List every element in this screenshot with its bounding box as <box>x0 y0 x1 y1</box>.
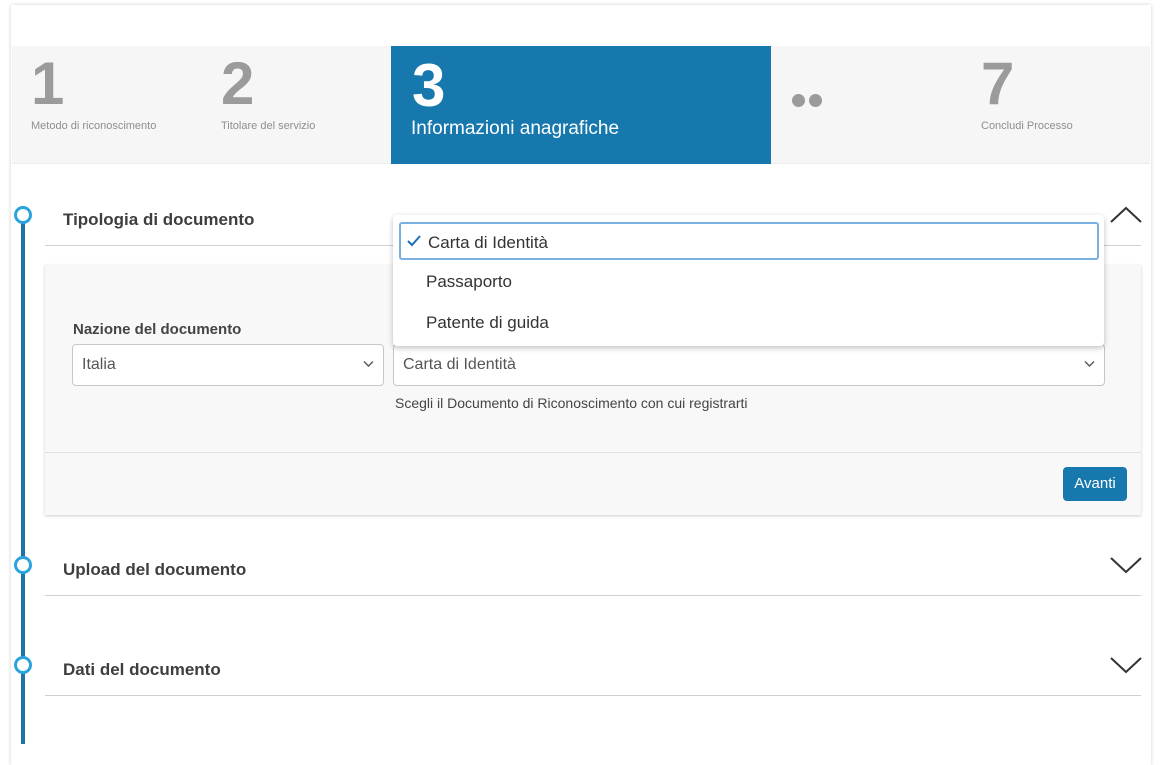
step-7-label: Concludi Processo <box>981 120 1073 132</box>
chevron-down-icon[interactable] <box>1109 555 1143 575</box>
nation-select[interactable]: Italia <box>72 344 384 386</box>
caret-down-icon <box>1084 361 1095 367</box>
dropdown-option[interactable]: Patente di guida <box>399 304 1099 342</box>
document-type-select-value: Carta di Identità <box>403 356 516 373</box>
section-title-tipologia[interactable]: Tipologia di documento <box>63 210 254 230</box>
document-type-dropdown: Carta di Identità Passaporto Patente di … <box>393 215 1104 346</box>
step-3-label: Informazioni anagrafiche <box>411 118 620 139</box>
timeline-node-dati <box>14 656 32 674</box>
dropdown-option[interactable]: Passaporto <box>399 263 1099 301</box>
document-type-select[interactable]: Carta di Identità <box>393 344 1105 386</box>
check-icon <box>407 235 421 247</box>
step-2-number: 2 <box>221 50 255 117</box>
dropdown-option-label: Passaporto <box>426 272 512 291</box>
step-1-label: Metodo di riconoscimento <box>31 120 157 132</box>
dropdown-option-label: Carta di Identità <box>428 233 549 252</box>
section-title-upload[interactable]: Upload del documento <box>63 560 246 580</box>
chevron-down-icon[interactable] <box>1109 655 1143 675</box>
dropdown-option[interactable]: Carta di Identità <box>399 222 1099 260</box>
step-7-number: 7 <box>981 50 1015 117</box>
steps-ellipsis <box>792 94 826 108</box>
timeline-node-upload <box>14 556 32 574</box>
section-divider <box>45 695 1141 696</box>
dropdown-option-label: Patente di guida <box>426 313 549 332</box>
timeline-node-tipologia <box>14 206 32 224</box>
section-divider <box>45 595 1141 596</box>
panel-footer-divider <box>45 452 1141 453</box>
caret-down-icon <box>363 361 374 367</box>
nation-label: Nazione del documento <box>73 321 242 338</box>
step-2-label: Titolare del servizio <box>221 120 316 132</box>
section-title-dati[interactable]: Dati del documento <box>63 660 221 680</box>
progress-stepper: 1 Metodo di riconoscimento 2 Titolare de… <box>12 46 1150 164</box>
chevron-up-icon[interactable] <box>1109 205 1143 225</box>
step-1-number: 1 <box>31 50 65 117</box>
next-button[interactable]: Avanti <box>1063 467 1127 501</box>
step-3-number: 3 <box>412 52 446 119</box>
nation-select-value: Italia <box>82 356 116 373</box>
document-type-hint: Scegli il Documento di Riconoscimento co… <box>395 395 748 411</box>
step-3-active[interactable]: 3 Informazioni anagrafiche <box>391 46 771 164</box>
